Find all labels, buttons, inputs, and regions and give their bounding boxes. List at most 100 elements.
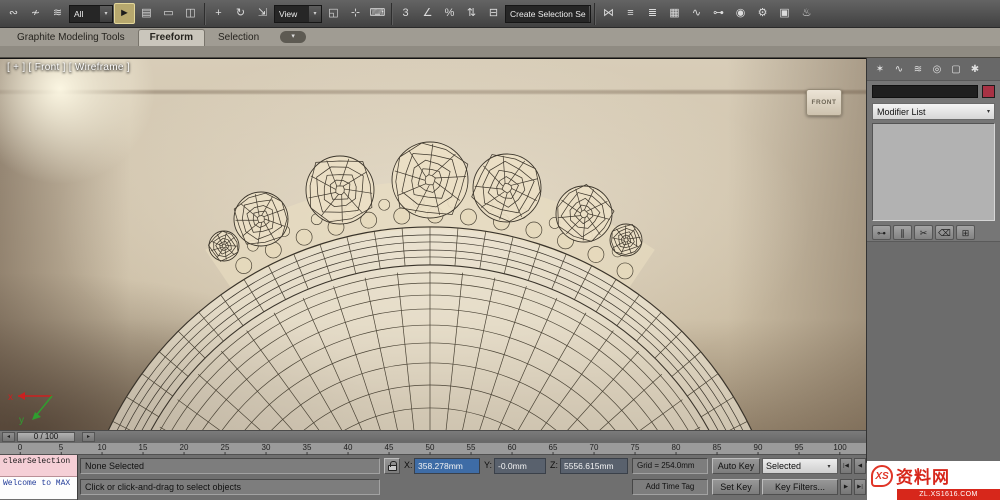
bind-to-space-warp-icon[interactable]: ≋ (47, 3, 68, 24)
select-and-scale-icon[interactable]: ⇲ (252, 3, 273, 24)
schematic-view-icon[interactable]: ⊶ (708, 3, 729, 24)
modifier-stack-buttons: ⊶ ∥ ✂ ⌫ ⊞ (867, 223, 1000, 242)
window-crossing-toggle-icon[interactable]: ◫ (180, 3, 201, 24)
configure-modifier-sets-icon[interactable]: ⊞ (956, 225, 975, 240)
material-editor-icon[interactable]: ◉ (730, 3, 751, 24)
y-coordinate-label: Y: (484, 460, 493, 470)
ribbon-tab-selection[interactable]: Selection (207, 30, 270, 46)
modifier-list-label: Modifier List (877, 106, 926, 117)
time-ruler-tick: 5 (59, 443, 63, 455)
select-by-name-icon[interactable]: ▤ (136, 3, 157, 24)
grid-size-readout: Grid = 254.0mm (632, 458, 708, 474)
z-coordinate-field[interactable]: 5556.615mm (560, 458, 628, 474)
time-ruler-tick: 0 (18, 443, 22, 455)
viewport-label[interactable]: [ + ] [ Front ] [ Wireframe ] (7, 62, 130, 73)
x-coordinate-field[interactable]: 358.278mm (414, 458, 480, 474)
selection-lock-toggle[interactable] (384, 458, 400, 474)
time-ruler-tick: 75 (631, 443, 639, 455)
ribbon-tab-graphite-modeling-tools[interactable]: Graphite Modeling Tools (6, 30, 136, 46)
tick-label: 25 (220, 443, 230, 452)
reference-coordinate-dropdown[interactable]: View ▾ (274, 4, 322, 23)
curve-editor-icon[interactable]: ∿ (686, 3, 707, 24)
modifier-list-dropdown[interactable]: Modifier List ▾ (872, 103, 995, 120)
select-object-icon[interactable]: ► (114, 3, 135, 24)
watermark-logo-icon: XS (871, 464, 893, 487)
dropdown-arrow-icon: ▾ (986, 109, 990, 115)
key-filters-button[interactable]: Key Filters... (762, 479, 838, 495)
select-and-move-icon[interactable]: + (208, 3, 229, 24)
show-end-result-icon[interactable]: ∥ (893, 225, 912, 240)
ribbon-tab-freeform[interactable]: Freeform (137, 29, 206, 46)
goto-end-button[interactable]: ▶| (854, 479, 866, 495)
time-ruler-tick: 55 (467, 443, 475, 455)
next-frame-arrow[interactable]: ▸ (82, 432, 95, 442)
dropdown-arrow-icon: ▾ (100, 5, 112, 22)
key-mode-value: Selected (766, 461, 802, 471)
tick-label: 65 (548, 443, 558, 452)
maxscript-mini-listener[interactable]: clearSelection Welcome to MAX (0, 455, 78, 500)
viewport[interactable]: [ + ] [ Front ] [ Wireframe ] FRONT x y (0, 58, 866, 430)
select-and-link-icon[interactable]: ∾ (3, 3, 24, 24)
time-slider-track[interactable]: ◂ 0 / 100 ▸ (0, 430, 866, 442)
tick-label: 95 (794, 443, 804, 452)
remove-modifier-icon[interactable]: ⌫ (935, 225, 954, 240)
y-coordinate-field[interactable]: -0.0mm (494, 458, 546, 474)
time-ruler-tick: 35 (303, 443, 311, 455)
object-name-field[interactable] (872, 85, 978, 98)
motion-tab-icon[interactable]: ◎ (929, 62, 945, 77)
snaps-toggle-icon[interactable]: 3 (395, 3, 416, 24)
dropdown-arrow-icon: ▾ (827, 463, 831, 470)
select-and-rotate-icon[interactable]: ↻ (230, 3, 251, 24)
tick-label: 30 (261, 443, 271, 452)
set-key-button[interactable]: Set Key (712, 479, 760, 495)
angle-snap-icon[interactable]: ∠ (417, 3, 438, 24)
hierarchy-tab-icon[interactable]: ≋ (910, 62, 926, 77)
render-production-icon[interactable]: ♨ (796, 3, 817, 24)
modify-tab-icon[interactable]: ∿ (891, 62, 907, 77)
rectangular-selection-region-icon[interactable]: ▭ (158, 3, 179, 24)
add-time-tag[interactable]: Add Time Tag (632, 479, 708, 495)
time-ruler-tick: 45 (384, 443, 394, 455)
listener-output-line[interactable]: Welcome to MAX (0, 477, 77, 499)
time-ruler-tick: 85 (713, 443, 721, 455)
time-ruler-tick: 60 (508, 443, 516, 455)
time-ruler[interactable]: 0 5 10 15 20 25 30 35 40 45 50 55 60 65 70 75 80 85 90 95 10… (0, 442, 866, 455)
play-button[interactable]: ▶ (840, 479, 852, 495)
pin-stack-icon[interactable]: ⊶ (872, 225, 891, 240)
percent-snap-icon[interactable]: % (439, 3, 460, 24)
previous-frame-button[interactable]: ◀ (854, 458, 866, 474)
time-ruler-tick: 10 (98, 443, 106, 455)
layer-manager-icon[interactable]: ≣ (642, 3, 663, 24)
tick-label: 45 (384, 443, 394, 452)
key-mode-dropdown[interactable]: Selected ▾ (762, 458, 838, 474)
previous-frame-arrow[interactable]: ◂ (2, 432, 15, 442)
display-tab-icon[interactable]: ▢ (948, 62, 964, 77)
selection-filter-dropdown[interactable]: All ▾ (69, 4, 113, 23)
watermark-url: ZL.XS1616.COM (897, 489, 1000, 500)
modifier-stack-list[interactable] (872, 123, 995, 221)
macro-recorder-line[interactable]: clearSelection (0, 455, 77, 477)
viewcube[interactable]: FRONT (806, 89, 842, 116)
use-pivot-center-icon[interactable]: ◱ (323, 3, 344, 24)
spinner-snap-icon[interactable]: ⇅ (461, 3, 482, 24)
auto-key-button[interactable]: Auto Key (712, 458, 760, 474)
select-and-manipulate-icon[interactable]: ⊹ (345, 3, 366, 24)
mirror-icon[interactable]: ⋈ (598, 3, 619, 24)
graphite-ribbon-toggle-icon[interactable]: ▦ (664, 3, 685, 24)
unlink-selection-icon[interactable]: ≁ (25, 3, 46, 24)
time-ruler-tick: 30 (261, 443, 271, 455)
rendered-frame-icon[interactable]: ▣ (774, 3, 795, 24)
keyboard-override-icon[interactable]: ⌨ (367, 3, 388, 24)
time-slider-handle[interactable]: 0 / 100 (17, 432, 75, 442)
command-panel-tabs: ✶ ∿ ≋ ◎ ▢ ✱ (867, 58, 1000, 81)
make-unique-icon[interactable]: ✂ (914, 225, 933, 240)
wirecolor-swatch[interactable] (982, 85, 995, 98)
goto-start-button[interactable]: |◀ (840, 458, 852, 474)
ribbon-minimize-toggle[interactable]: ▾ (280, 31, 307, 43)
utilities-tab-icon[interactable]: ✱ (967, 62, 983, 77)
render-setup-icon[interactable]: ⚙ (752, 3, 773, 24)
align-icon[interactable]: ≡ (620, 3, 641, 24)
named-selection-set-dropdown[interactable]: Create Selection Se▾ (505, 4, 591, 23)
edit-named-selection-sets-icon[interactable]: ⊟ (483, 3, 504, 24)
create-tab-icon[interactable]: ✶ (872, 62, 888, 77)
